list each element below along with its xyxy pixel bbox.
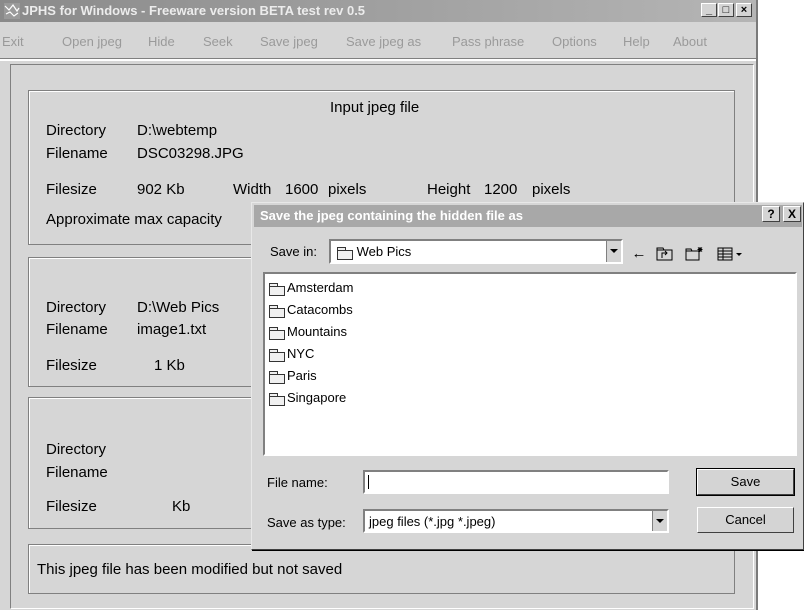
file-list[interactable]: Amsterdam Catacombs Mountains NYC Paris … (263, 272, 797, 456)
folder-icon (269, 282, 285, 296)
window-title: JPHS for Windows - Freeware version BETA… (22, 3, 366, 18)
menu-options[interactable]: Options (552, 34, 597, 49)
save-in-value-wrap: Web Pics (337, 244, 412, 260)
folder-icon (269, 348, 285, 362)
folder-label: Catacombs (287, 302, 353, 317)
maximize-button[interactable]: □ (718, 3, 734, 17)
input-filename-value: DSC03298.JPG (137, 145, 244, 162)
menu-save-jpeg[interactable]: Save jpeg (260, 34, 318, 49)
input-filesize-label: Filesize (46, 181, 97, 198)
folder-label: Mountains (287, 324, 347, 339)
input-directory-label: Directory (46, 122, 107, 139)
folder-item[interactable]: Paris (269, 368, 317, 386)
menu-save-jpeg-as[interactable]: Save jpeg as (346, 34, 421, 49)
save-as-type-value: jpeg files (*.jpg *.jpeg) (369, 514, 496, 529)
hidden-directory-label: Directory (46, 299, 107, 316)
folder-label: Paris (287, 368, 317, 383)
input-height-value: 1200 (484, 181, 518, 198)
back-icon[interactable]: ← (630, 246, 648, 264)
cancel-button[interactable]: Cancel (697, 507, 794, 533)
hidden-filesize-label: Filesize (46, 357, 97, 374)
save-as-type-label: Save as type: (267, 515, 346, 530)
up-folder-icon[interactable] (654, 246, 676, 264)
folder-label: Singapore (287, 390, 347, 405)
save-in-value: Web Pics (356, 244, 412, 259)
folder-label: NYC (287, 346, 315, 361)
folder-icon (269, 326, 285, 340)
input-height-unit: pixels (532, 181, 571, 198)
output-directory-label: Directory (46, 441, 107, 458)
folder-icon (269, 392, 285, 406)
file-name-input[interactable] (363, 470, 669, 494)
hidden-filename-label: Filename (46, 321, 108, 338)
folder-item[interactable]: Amsterdam (269, 280, 353, 298)
input-filename-label: Filename (46, 145, 108, 162)
status-text: This jpeg file has been modified but not… (37, 561, 343, 578)
folder-item[interactable]: Mountains (269, 324, 347, 342)
dialog-close-button[interactable]: X (783, 206, 801, 222)
folder-item[interactable]: Catacombs (269, 302, 353, 320)
input-width-label: Width (233, 181, 272, 198)
dialog-title-bar: Save the jpeg containing the hidden file… (254, 205, 802, 227)
new-folder-icon[interactable] (684, 246, 706, 264)
input-height-label: Height (427, 181, 471, 198)
file-name-label: File name: (267, 475, 328, 490)
menu-bar: Exit Open jpeg Hide Seek Save jpeg Save … (0, 34, 756, 54)
menu-exit[interactable]: Exit (2, 34, 24, 49)
input-group-heading: Input jpeg file (330, 99, 420, 116)
input-width-unit: pixels (328, 181, 367, 198)
close-button[interactable]: × (736, 3, 752, 17)
minimize-button[interactable]: _ (701, 3, 717, 17)
folder-item[interactable]: NYC (269, 346, 314, 364)
dialog-help-button[interactable]: ? (762, 206, 780, 222)
input-capacity-label: Approximate max capacity (46, 211, 222, 228)
view-menu-icon[interactable] (712, 246, 752, 264)
title-bar: JPHS for Windows - Freeware version BETA… (0, 0, 756, 22)
menu-open-jpeg[interactable]: Open jpeg (62, 34, 122, 49)
text-caret (368, 475, 369, 489)
save-in-label: Save in: (270, 244, 317, 259)
save-as-type-dropdown-arrow[interactable] (652, 511, 667, 531)
folder-item[interactable]: Singapore (269, 390, 346, 408)
hidden-directory-value: D:\Web Pics (137, 299, 220, 316)
input-filesize-value: 902 Kb (137, 181, 185, 198)
hidden-filename-value: image1.txt (137, 321, 207, 338)
input-directory-value: D:\webtemp (137, 122, 218, 139)
menu-pass-phrase[interactable]: Pass phrase (452, 34, 524, 49)
output-filesize-unit: Kb (172, 498, 191, 515)
save-in-dropdown-arrow[interactable] (606, 241, 621, 262)
folder-label: Amsterdam (287, 280, 354, 295)
output-filesize-label: Filesize (46, 498, 97, 515)
menu-divider (0, 58, 756, 61)
hidden-filesize-value: 1 Kb (154, 357, 185, 374)
save-button[interactable]: Save (696, 468, 795, 496)
save-in-combo[interactable]: Web Pics (329, 239, 623, 264)
menu-seek[interactable]: Seek (203, 34, 233, 49)
menu-help[interactable]: Help (623, 34, 650, 49)
dialog-title: Save the jpeg containing the hidden file… (260, 208, 523, 223)
folder-icon (337, 246, 353, 260)
app-icon (4, 3, 20, 19)
menu-hide[interactable]: Hide (148, 34, 175, 49)
output-filename-label: Filename (46, 464, 108, 481)
menu-about[interactable]: About (673, 34, 707, 49)
save-as-type-combo[interactable]: jpeg files (*.jpg *.jpeg) (363, 509, 669, 533)
folder-icon (269, 370, 285, 384)
folder-icon (269, 304, 285, 318)
input-width-value: 1600 (285, 181, 319, 198)
